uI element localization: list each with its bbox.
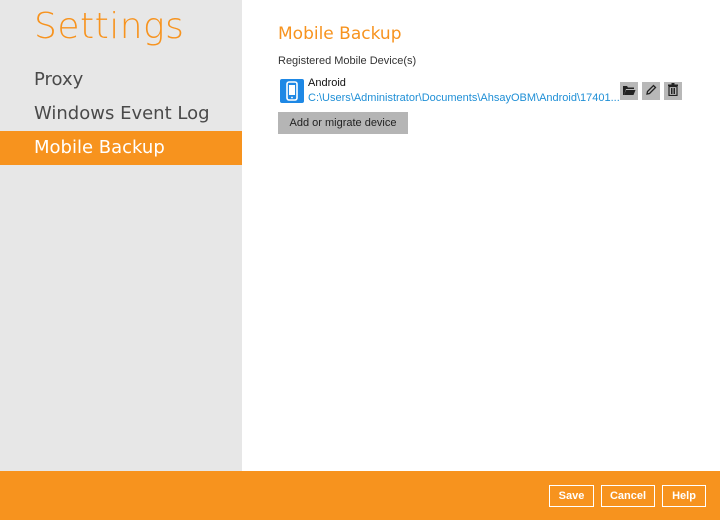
mobile-phone-icon: [280, 79, 304, 103]
help-button[interactable]: Help: [662, 485, 706, 507]
open-folder-button[interactable]: [620, 82, 638, 100]
sidebar-item-windows-event-log[interactable]: Windows Event Log: [0, 97, 242, 131]
trash-icon: [667, 83, 679, 99]
registered-devices-label: Registered Mobile Device(s): [278, 55, 417, 67]
edit-device-button[interactable]: [642, 82, 660, 100]
edit-pencil-icon: [645, 84, 657, 99]
settings-sidebar: Settings Proxy Windows Event Log Mobile …: [0, 0, 242, 471]
add-or-migrate-device-button[interactable]: Add or migrate device: [278, 112, 408, 134]
sidebar-item-proxy[interactable]: Proxy: [0, 63, 242, 97]
sidebar-title: Settings: [34, 6, 185, 47]
device-path-link[interactable]: C:\Users\Administrator\Documents\AhsayOB…: [308, 92, 620, 104]
device-name: Android: [308, 77, 346, 89]
cancel-button[interactable]: Cancel: [601, 485, 655, 507]
device-row: Android C:\Users\Administrator\Documents…: [280, 76, 682, 108]
main-panel: Mobile Backup Registered Mobile Device(s…: [242, 0, 720, 471]
sidebar-item-mobile-backup[interactable]: Mobile Backup: [0, 131, 242, 165]
delete-device-button[interactable]: [664, 82, 682, 100]
footer-bar: Save Cancel Help: [0, 471, 720, 520]
open-folder-icon: [622, 84, 636, 99]
page-title: Mobile Backup: [278, 24, 402, 44]
save-button[interactable]: Save: [549, 485, 594, 507]
